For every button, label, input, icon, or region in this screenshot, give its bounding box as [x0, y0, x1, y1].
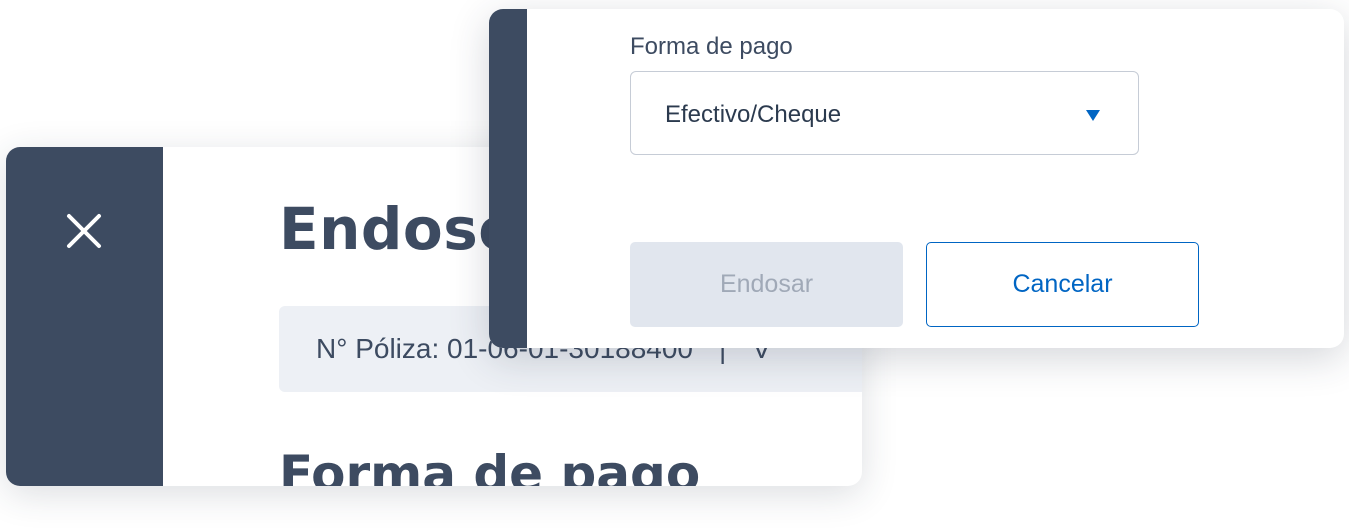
payment-method-select[interactable]: Efectivo/Cheque: [630, 71, 1139, 155]
payment-method-value: Efectivo/Cheque: [665, 101, 842, 128]
close-icon: [67, 214, 101, 248]
payment-method-label: Forma de pago: [630, 33, 793, 60]
section-title-payment: Forma de pago: [279, 445, 701, 486]
caret-down-icon: [1086, 110, 1100, 121]
endosar-button[interactable]: Endosar: [630, 242, 903, 327]
side-rail-front: [489, 9, 527, 348]
payment-dialog-front: Forma de pago Efectivo/Cheque Endosar Ca…: [489, 9, 1344, 348]
cancel-button[interactable]: Cancelar: [926, 242, 1199, 327]
close-button[interactable]: [64, 211, 104, 251]
page-title: Endoso: [279, 195, 519, 263]
side-rail: [6, 147, 163, 486]
